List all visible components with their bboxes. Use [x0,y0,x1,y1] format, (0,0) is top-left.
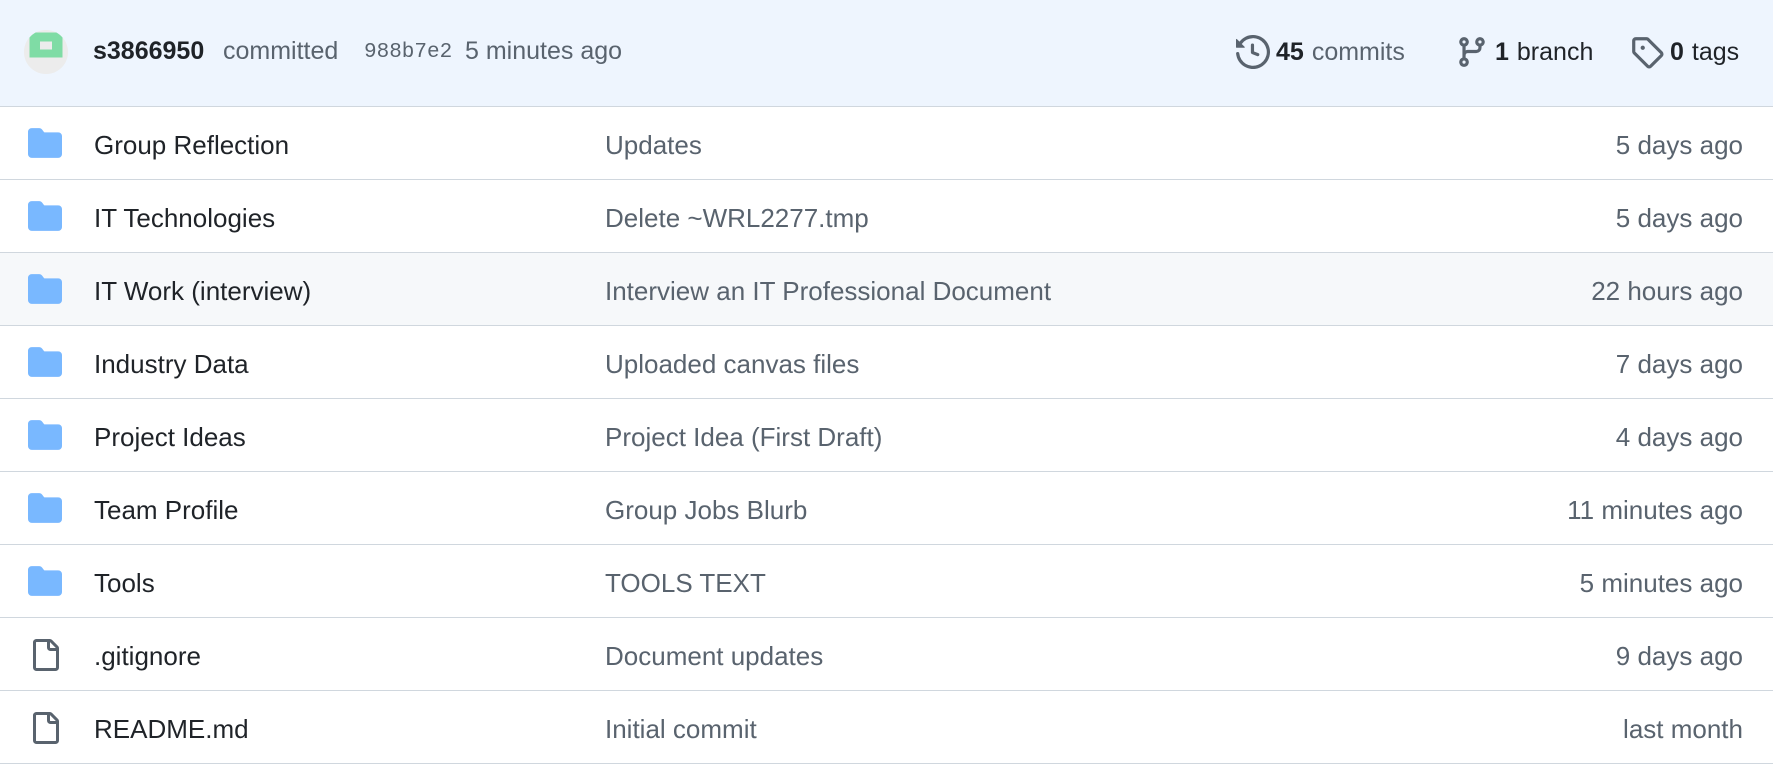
commit-message-link[interactable]: TOOLS TEXT [605,568,766,599]
folder-icon [28,201,62,231]
file-row[interactable]: Team Profile Group Jobs Blurb 11 minutes a… [0,472,1773,545]
file-row[interactable]: .gitignore Document updates 9 days ago [0,618,1773,691]
file-row[interactable]: IT Technologies Delete ~WRL2277.tmp 5 days… [0,180,1773,253]
file-name-link[interactable]: Project Ideas [94,422,246,453]
last-updated: 22 hours ago [1591,276,1743,306]
tag-icon [1632,37,1664,69]
file-name-link[interactable]: Group Reflection [94,130,289,161]
last-updated: 11 minutes ago [1567,495,1743,525]
commit-message-link[interactable]: Group Jobs Blurb [605,495,807,526]
folder-icon [28,274,62,304]
file-name-link[interactable]: IT Technologies [94,203,275,234]
file-icon [28,639,62,671]
folder-icon [28,493,62,523]
folder-icon [28,566,62,596]
commit-message-link[interactable]: Uploaded canvas files [605,349,859,380]
branch-label: branch [1516,37,1594,66]
last-updated: 9 days ago [1615,641,1743,671]
commits-label: commits [1311,37,1405,66]
last-updated: 5 days ago [1615,130,1743,160]
last-updated: 7 days ago [1615,349,1743,379]
file-name-link[interactable]: README.md [94,714,249,745]
latest-commit-bar: s3866950 committed 988b7e2 5 minutes ago… [0,0,1773,107]
commit-time: 5 minutes ago [465,37,623,65]
file-row[interactable]: IT Work (interview) Interview an IT Profe… [0,253,1773,326]
file-list: Group Reflection Updates 5 days ago IT Tech… [0,107,1773,764]
commit-sha-link[interactable]: 988b7e2 [364,41,452,64]
commit-message-link[interactable]: Interview an IT Professional Document [605,276,1051,307]
commit-message-link[interactable]: Project Idea (First Draft) [605,422,882,453]
file-row[interactable]: README.md Initial commit last month [0,691,1773,764]
commit-message-link[interactable]: Updates [605,130,702,161]
file-row[interactable]: Project Ideas Project Idea (First Draft) 4… [0,399,1773,472]
branches-link[interactable]: 1 branch [1455,35,1593,69]
commit-author-link[interactable]: s3866950 [93,37,204,66]
file-name-link[interactable]: IT Work (interview) [94,276,311,307]
commit-message-link[interactable]: Document updates [605,641,823,672]
file-row[interactable]: Tools TOOLS TEXT 5 minutes ago [0,545,1773,618]
folder-icon [28,347,62,377]
commits-link[interactable]: 45 commits [1236,35,1405,69]
file-name-link[interactable]: Industry Data [94,349,249,380]
committed-label: committed [223,37,339,65]
commits-count: 45 [1276,37,1304,66]
file-name-link[interactable]: Tools [94,568,155,599]
branch-count: 1 [1495,37,1509,66]
file-row[interactable]: Group Reflection Updates 5 days ago [0,107,1773,180]
tags-label: tags [1691,37,1740,66]
branch-icon [1459,37,1485,67]
folder-icon [28,128,62,158]
commit-message-link[interactable]: Initial commit [605,714,757,745]
tags-count: 0 [1670,37,1684,66]
folder-icon [28,420,62,450]
last-updated: 4 days ago [1615,422,1743,452]
file-name-link[interactable]: .gitignore [94,641,201,672]
history-icon [1236,35,1270,69]
last-updated: 5 days ago [1615,203,1743,233]
file-icon [28,712,62,744]
tags-link[interactable]: 0 tags [1630,35,1739,69]
last-updated: last month [1623,714,1743,744]
avatar[interactable] [24,30,68,74]
last-updated: 5 minutes ago [1579,568,1743,598]
file-row[interactable]: Industry Data Uploaded canvas files 7 days… [0,326,1773,399]
commit-message-link[interactable]: Delete ~WRL2277.tmp [605,203,869,234]
file-name-link[interactable]: Team Profile [94,495,239,526]
